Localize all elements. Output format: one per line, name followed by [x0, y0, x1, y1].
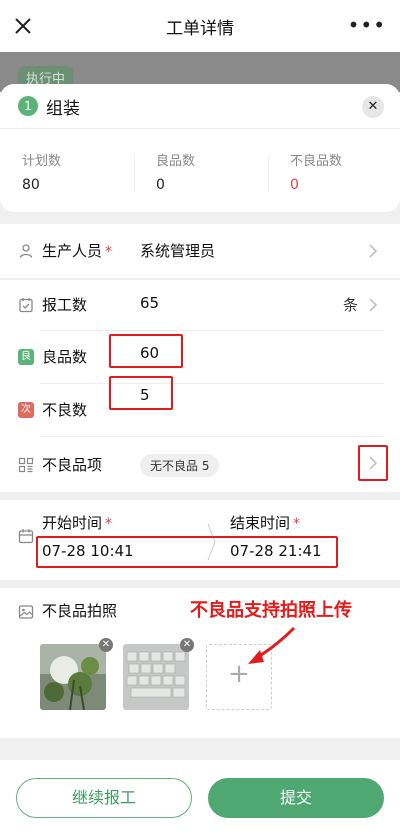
defect-count-input[interactable]: 5	[140, 386, 150, 404]
stat-label: 良品数	[156, 154, 196, 169]
annotation-arrow-icon	[248, 626, 296, 664]
time-section: 开始时间 * 结束时间 * 07-28 10:41 07-28 21:41	[0, 500, 400, 580]
defect-icon: 次	[18, 402, 34, 418]
good-count-row: 良 良品数 60	[0, 331, 400, 383]
footer-bar: 继续报工 提交	[0, 760, 400, 834]
checklist-icon	[19, 298, 33, 313]
defect-items-label: 不良品项	[42, 456, 103, 474]
good-icon: 良	[18, 349, 34, 365]
continue-report-button[interactable]: 继续报工	[16, 778, 192, 818]
step-number-badge: 1	[18, 96, 38, 116]
end-time-label: 结束时间 *	[230, 514, 301, 532]
stat-label: 不良品数	[290, 154, 343, 169]
divider	[134, 156, 135, 192]
start-time-value[interactable]: 07-28 10:41	[42, 542, 134, 560]
stat-label: 计划数	[22, 154, 62, 169]
stat-value: 0	[156, 177, 165, 193]
operator-row[interactable]: 生产人员 * 系统管理员	[0, 224, 400, 278]
person-icon	[19, 244, 33, 258]
grid-icon	[18, 457, 34, 473]
divider	[0, 128, 400, 129]
photo-annotation: 不良品支持拍照上传	[190, 600, 352, 621]
step-card: 1 组装 ✕ 计划数 80 良品数 0 不良品数 0	[0, 84, 400, 212]
defect-photo-2[interactable]	[123, 644, 189, 710]
calendar-icon	[18, 529, 34, 544]
remove-photo-icon[interactable]: ✕	[99, 638, 113, 652]
plant-photo-icon	[40, 644, 106, 710]
chevron-right-icon	[369, 298, 378, 312]
stat-good: 良品数 0	[156, 150, 276, 193]
page-title: 工单详情	[166, 19, 234, 39]
more-icon[interactable]: •••	[348, 13, 386, 37]
photo-section: 不良品拍照 不良品支持拍照上传 ✕ ✕ +	[0, 588, 400, 738]
good-count-label: 良品数	[42, 348, 88, 366]
good-count-input[interactable]: 60	[140, 344, 159, 362]
submit-button[interactable]: 提交	[208, 778, 384, 818]
stat-defect: 不良品数 0	[290, 150, 400, 193]
close-sheet-icon[interactable]: ✕	[362, 96, 384, 118]
report-count-row[interactable]: 报工数 65 条	[0, 280, 400, 330]
defect-items-row[interactable]: 不良品项 无不良品 5	[0, 437, 400, 492]
defect-photo-1[interactable]	[40, 644, 106, 710]
keyboard-photo-icon	[123, 644, 189, 710]
operator-label: 生产人员 *	[42, 242, 113, 260]
operator-section: 生产人员 * 系统管理员	[0, 224, 400, 278]
defect-count-row: 次 不良数 5	[0, 376, 400, 436]
photo-label: 不良品拍照	[42, 602, 118, 620]
report-unit: 条	[342, 296, 358, 314]
end-time-value[interactable]: 07-28 21:41	[230, 542, 322, 560]
report-sheet: 1 组装 ✕ 计划数 80 良品数 0 不良品数 0 生产人员* 系统管理员	[0, 84, 400, 834]
defect-count-label: 不良数	[42, 401, 88, 419]
defect-items-pill: 无不良品 5	[140, 454, 220, 477]
start-time-label: 开始时间 *	[42, 514, 113, 532]
top-bar: 工单详情 •••	[0, 0, 400, 52]
divider	[268, 156, 269, 192]
report-section: 报工数 65 条 良 良品数 60 次 不良数 5 不良品项 无不良品 5	[0, 280, 400, 492]
chevron-right-icon	[369, 244, 378, 258]
stat-value: 0	[290, 177, 299, 193]
step-name: 组装	[46, 99, 80, 119]
stat-planned: 计划数 80	[22, 150, 142, 193]
report-count-label: 报工数	[42, 296, 88, 314]
image-icon	[18, 605, 34, 619]
stat-value: 80	[22, 177, 40, 193]
report-count-value: 65	[140, 294, 160, 312]
remove-photo-icon[interactable]: ✕	[180, 638, 194, 652]
operator-value: 系统管理员	[140, 242, 216, 260]
chevron-right-icon[interactable]	[368, 456, 378, 470]
